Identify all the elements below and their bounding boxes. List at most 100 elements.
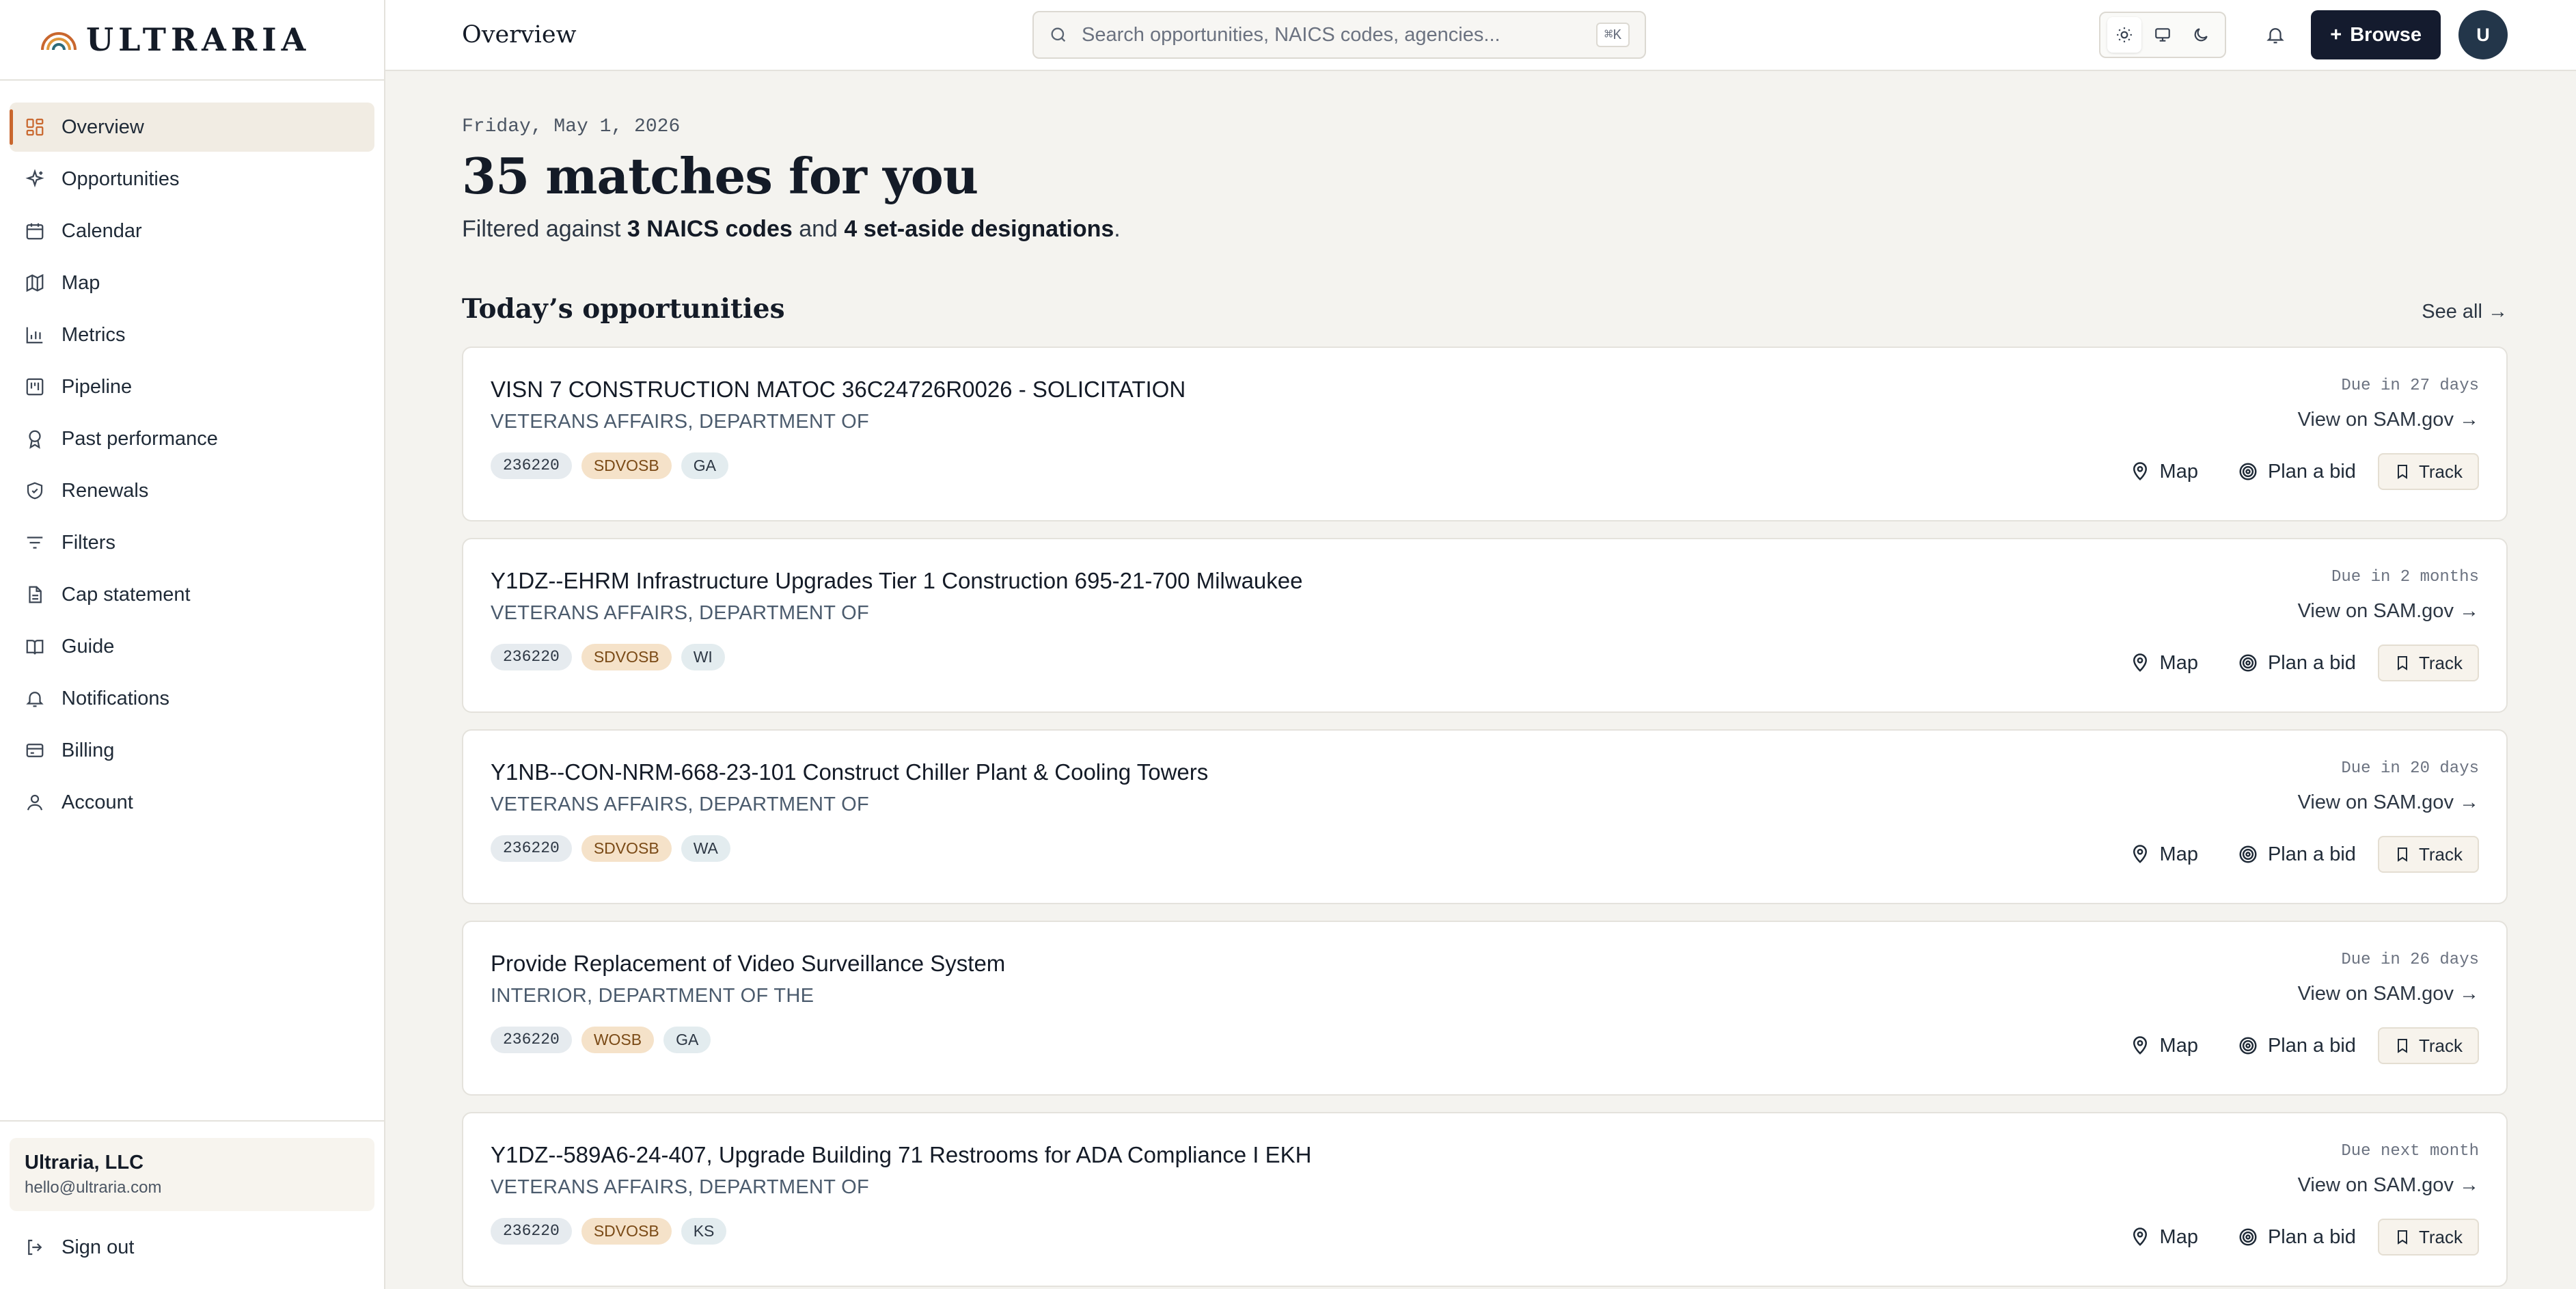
shield-check-icon — [27, 482, 43, 500]
sidebar-item-cap-statement[interactable]: Cap statement — [10, 570, 374, 619]
sidebar-item-account[interactable]: Account — [10, 778, 374, 827]
card-actions: Due next month View on SAM.gov → Map Pla… — [2130, 1142, 2479, 1286]
map-pin-icon — [2133, 462, 2147, 480]
sidebar-item-filters[interactable]: Filters — [10, 518, 374, 567]
sidebar-item-label: Cap statement — [61, 583, 191, 606]
bookmark-icon — [2397, 847, 2407, 862]
browse-button[interactable]: + Browse — [2311, 10, 2441, 59]
search-shortcut: ⌘K — [1595, 23, 1630, 47]
map-button[interactable]: Map — [2130, 843, 2198, 866]
due-label: Due in 26 days — [2341, 951, 2479, 969]
see-all-link[interactable]: See all → — [2422, 301, 2508, 323]
naics-tag: 236220 — [491, 644, 572, 670]
sidebar-item-pipeline[interactable]: Pipeline — [10, 362, 374, 411]
brand-name: ULTRARIA — [86, 21, 311, 58]
sidebar-item-past-performance[interactable]: Past performance — [10, 414, 374, 463]
plan-bid-button[interactable]: Plan a bid — [2238, 843, 2356, 866]
sidebar-item-calendar[interactable]: Calendar — [10, 206, 374, 256]
opportunity-title[interactable]: Provide Replacement of Video Surveillanc… — [491, 951, 2130, 977]
org-card: Ultraria, LLC hello@ultraria.com — [10, 1138, 374, 1211]
sam-gov-link[interactable]: View on SAM.gov → — [2298, 1174, 2479, 1197]
map-button[interactable]: Map — [2130, 1226, 2198, 1249]
state-tag: GA — [663, 1027, 711, 1053]
bell-icon — [26, 692, 44, 707]
section-header: Today’s opportunities See all → — [462, 293, 2508, 325]
sidebar-item-metrics[interactable]: Metrics — [10, 310, 374, 359]
opportunity-card[interactable]: Y1DZ--EHRM Infrastructure Upgrades Tier … — [462, 538, 2508, 713]
opportunity-title[interactable]: Y1DZ--EHRM Infrastructure Upgrades Tier … — [491, 568, 2130, 594]
track-label: Track — [2418, 1226, 2463, 1247]
sam-gov-link[interactable]: View on SAM.gov → — [2298, 600, 2479, 623]
sidebar-item-billing[interactable]: Billing — [10, 726, 374, 775]
org-name: Ultraria, LLC — [25, 1152, 144, 1173]
map-pin-icon — [2133, 1227, 2147, 1246]
sidebar-item-map[interactable]: Map — [10, 258, 374, 308]
set-aside-tag: SDVOSB — [581, 1218, 672, 1245]
map-label: Map — [2159, 651, 2198, 674]
opportunity-card[interactable]: Provide Replacement of Video Surveillanc… — [462, 921, 2508, 1096]
tag-list: 236220 SDVOSB WA — [491, 835, 2130, 862]
sidebar-item-label: Pipeline — [61, 375, 133, 398]
card-body: Provide Replacement of Video Surveillanc… — [491, 951, 2130, 1094]
sam-gov-link[interactable]: View on SAM.gov → — [2298, 791, 2479, 814]
sidebar-item-guide[interactable]: Guide — [10, 622, 374, 671]
naics-tag: 236220 — [491, 1027, 572, 1053]
card-body: Y1DZ--589A6-24-407, Upgrade Building 71 … — [491, 1142, 2130, 1286]
plan-bid-button[interactable]: Plan a bid — [2238, 1035, 2356, 1057]
plan-bid-button[interactable]: Plan a bid — [2238, 652, 2356, 675]
track-button[interactable]: Track — [2377, 1027, 2479, 1064]
map-button[interactable]: Map — [2130, 652, 2198, 675]
state-tag: WI — [681, 644, 725, 670]
track-button[interactable]: Track — [2377, 453, 2479, 490]
sidebar-item-opportunities[interactable]: Opportunities — [10, 154, 374, 204]
opportunity-title[interactable]: Y1DZ--589A6-24-407, Upgrade Building 71 … — [491, 1142, 2130, 1168]
action-row: Map Plan a bid Track — [2130, 1027, 2479, 1064]
track-button[interactable]: Track — [2377, 1219, 2479, 1256]
search-input[interactable] — [1082, 23, 1582, 46]
plan-bid-button[interactable]: Plan a bid — [2238, 461, 2356, 483]
action-row: Map Plan a bid Track — [2130, 644, 2479, 681]
sam-gov-link[interactable]: View on SAM.gov → — [2298, 983, 2479, 1005]
sign-out-button[interactable]: Sign out — [10, 1219, 374, 1275]
notifications-button[interactable] — [2258, 17, 2293, 53]
plus-icon: + — [2330, 23, 2342, 46]
search-box[interactable]: ⌘K — [1032, 11, 1646, 59]
card-body: Y1NB--CON-NRM-668-23-101 Construct Chill… — [491, 759, 2130, 903]
naics-count: 3 NAICS codes — [627, 216, 793, 242]
sidebar-item-notifications[interactable]: Notifications — [10, 674, 374, 723]
opportunity-title[interactable]: VISN 7 CONSTRUCTION MATOC 36C24726R0026 … — [491, 377, 2130, 403]
track-button[interactable]: Track — [2377, 644, 2479, 681]
tag-list: 236220 SDVOSB KS — [491, 1218, 2130, 1245]
track-label: Track — [2418, 652, 2463, 673]
system-theme-button[interactable] — [2146, 17, 2180, 53]
target-icon — [2239, 463, 2257, 480]
opportunity-agency: INTERIOR, DEPARTMENT OF THE — [491, 985, 814, 1007]
map-label: Map — [2159, 460, 2198, 483]
plan-bid-label: Plan a bid — [2267, 651, 2356, 674]
map-icon — [26, 273, 44, 293]
sam-gov-link[interactable]: View on SAM.gov → — [2298, 409, 2479, 431]
track-button[interactable]: Track — [2377, 836, 2479, 873]
logo[interactable]: ULTRARIA — [0, 0, 384, 81]
avatar[interactable]: U — [2458, 10, 2508, 59]
light-theme-button[interactable] — [2107, 17, 2142, 53]
sidebar-item-renewals[interactable]: Renewals — [10, 466, 374, 515]
track-label: Track — [2418, 1035, 2463, 1056]
map-button[interactable]: Map — [2130, 1035, 2198, 1057]
current-date: Friday, May 1, 2026 — [462, 116, 681, 137]
dark-theme-button[interactable] — [2184, 17, 2218, 53]
opportunity-title[interactable]: Y1NB--CON-NRM-668-23-101 Construct Chill… — [491, 759, 2130, 785]
sidebar-item-label: Past performance — [61, 427, 218, 450]
state-tag: KS — [681, 1218, 727, 1245]
opportunity-card[interactable]: Y1DZ--589A6-24-407, Upgrade Building 71 … — [462, 1112, 2508, 1287]
opportunity-card[interactable]: VISN 7 CONSTRUCTION MATOC 36C24726R0026 … — [462, 347, 2508, 521]
sidebar-item-overview[interactable]: Overview — [10, 103, 374, 152]
plan-bid-button[interactable]: Plan a bid — [2238, 1226, 2356, 1249]
target-icon — [2239, 1228, 2257, 1246]
opportunity-agency: VETERANS AFFAIRS, DEPARTMENT OF — [491, 793, 869, 815]
overview-content: Friday, May 1, 2026 35 matches for you F… — [385, 71, 2576, 1287]
opportunity-card[interactable]: Y1NB--CON-NRM-668-23-101 Construct Chill… — [462, 729, 2508, 904]
bookmark-icon — [2397, 1039, 2407, 1053]
bar-chart-icon — [26, 327, 43, 344]
map-button[interactable]: Map — [2130, 461, 2198, 483]
